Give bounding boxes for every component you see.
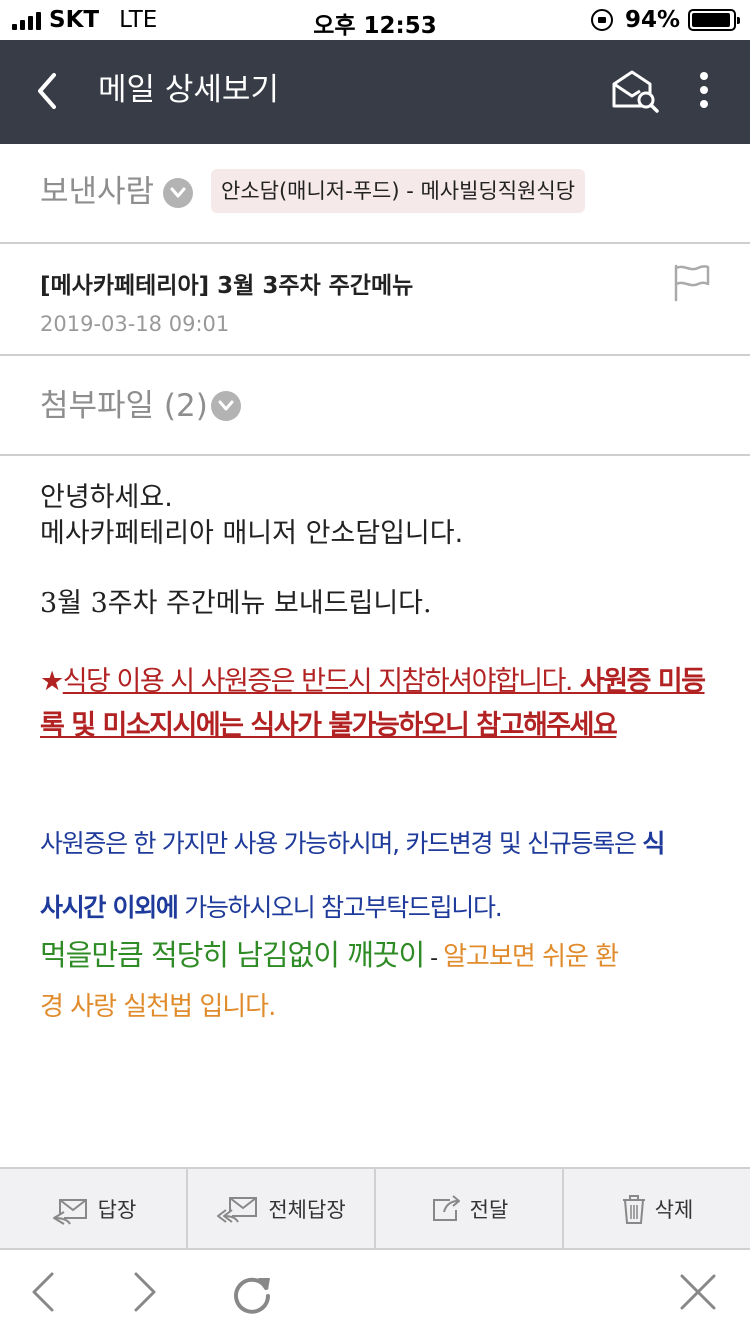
back-arrow-icon	[38, 73, 56, 109]
warning-bold-text-2: 록 및 미소지시에는 식사가 불가능하오니 참고해주세요	[40, 710, 618, 741]
body-menu-line: 3월 3주차 주간메뉴 보내드립니다.	[40, 588, 432, 619]
attachment-expand-button[interactable]	[211, 391, 241, 421]
reply-all-button[interactable]: 전체답장	[188, 1169, 376, 1248]
warning-star: ★	[40, 666, 64, 697]
subject-row: [메사카페테리아] 3월 3주차 주간메뉴 2019-03-18 09:01	[0, 244, 750, 356]
card-notice-text-1: 사원증은 한 가지만 사용 가능하시며, 카드변경 및 신규등록은	[40, 829, 643, 858]
battery-icon	[688, 9, 740, 31]
browser-nav-bar	[0, 1250, 750, 1334]
battery-fill	[692, 13, 730, 27]
warning-notice: ★식당 이용 시 사원증은 반드시 지참하셔야합니다. 사원증 미등록 및 미소…	[40, 660, 720, 748]
battery-percent: 94%	[624, 7, 680, 33]
attachment-row[interactable]: 첨부파일 (2)	[0, 356, 750, 456]
sender-chip[interactable]: 안소담(매니저-푸드) - 메사빌딩직원식당	[211, 169, 586, 213]
forward-label: 전달	[469, 1197, 509, 1222]
reply-all-label: 전체답장	[268, 1197, 346, 1222]
reload-button[interactable]	[228, 1268, 276, 1316]
chevron-down-icon	[218, 400, 234, 411]
eco-green-text: 먹을만큼 적당히 남김없이 깨끗이	[40, 938, 425, 972]
card-notice-bold-1: 식	[642, 829, 665, 858]
forward-icon	[432, 1194, 460, 1221]
eco-orange-text-1: 알고보면 쉬운 환	[443, 942, 619, 972]
trash-icon	[622, 1194, 645, 1224]
reply-label: 답장	[97, 1197, 137, 1222]
page-title: 메일 상세보기	[98, 72, 279, 108]
eco-notice: 먹을만큼 적당히 남김없이 깨끗이 - 알고보면 쉬운 환경 사랑 실천법 입니…	[40, 932, 720, 1030]
eco-orange-text-2: 경 사랑 실천법 입니다.	[40, 992, 276, 1022]
reply-all-icon	[217, 1196, 258, 1223]
nav-forward-button[interactable]	[120, 1268, 168, 1316]
mail-body: 안녕하세요. 메사카페테리아 매니저 안소담입니다. 3월 3주차 주간메뉴 보…	[40, 480, 710, 622]
reply-icon	[52, 1198, 87, 1225]
mail-subject: [메사카페테리아] 3월 3주차 주간메뉴	[40, 273, 414, 299]
mail-search-icon	[612, 70, 659, 113]
warning-normal-text: 식당 이용 시 사원증은 반드시 지참하셔야합니다.	[62, 666, 574, 697]
chevron-down-icon	[170, 187, 186, 198]
delete-label: 삭제	[654, 1197, 694, 1222]
sender-expand-button[interactable]	[163, 178, 193, 208]
status-bar: SKT LTE 오후 12:53 94%	[0, 0, 750, 40]
card-notice-bold-2: 사시간 이외에	[40, 893, 179, 922]
more-options-button[interactable]	[684, 64, 724, 120]
delete-button[interactable]: 삭제	[564, 1169, 750, 1248]
app-header: 메일 상세보기	[0, 40, 750, 144]
sender-label: 보낸사람	[40, 174, 155, 210]
reload-icon	[234, 1277, 270, 1314]
mail-search-button[interactable]	[606, 64, 664, 120]
card-notice-line-2: 사시간 이외에 가능하시오니 참고부탁드립니다.	[40, 890, 720, 926]
mail-date: 2019-03-18 09:01	[40, 312, 230, 336]
more-vertical-icon	[700, 72, 708, 108]
body-intro: 메사카페테리아 매니저 안소담입니다.	[40, 518, 464, 549]
card-notice-text-2: 가능하시오니 참고부탁드립니다.	[177, 893, 502, 922]
close-icon	[680, 1274, 716, 1310]
rotation-lock-icon	[590, 9, 613, 31]
back-button[interactable]	[28, 64, 84, 120]
nav-back-button[interactable]	[20, 1268, 68, 1316]
sender-row: 보낸사람 안소담(매니저-푸드) - 메사빌딩직원식당	[0, 144, 750, 244]
reply-button[interactable]: 답장	[0, 1169, 188, 1248]
card-notice-line-1: 사원증은 한 가지만 사용 가능하시며, 카드변경 및 신규등록은 식	[40, 826, 720, 862]
eco-dash: -	[424, 946, 444, 971]
status-right: 94%	[590, 6, 740, 34]
nav-forward-icon	[134, 1272, 156, 1312]
warning-bold-text-1: 사원증 미등	[572, 666, 706, 697]
nav-back-icon	[32, 1272, 54, 1312]
attachment-label: 첨부파일 (2)	[40, 388, 208, 424]
flag-button[interactable]	[670, 262, 714, 306]
mail-action-bar: 답장 전체답장 전달 삭제	[0, 1167, 750, 1250]
forward-button[interactable]: 전달	[376, 1169, 564, 1248]
body-greeting: 안녕하세요.	[40, 482, 173, 513]
flag-icon	[674, 264, 710, 302]
close-button[interactable]	[674, 1268, 722, 1316]
